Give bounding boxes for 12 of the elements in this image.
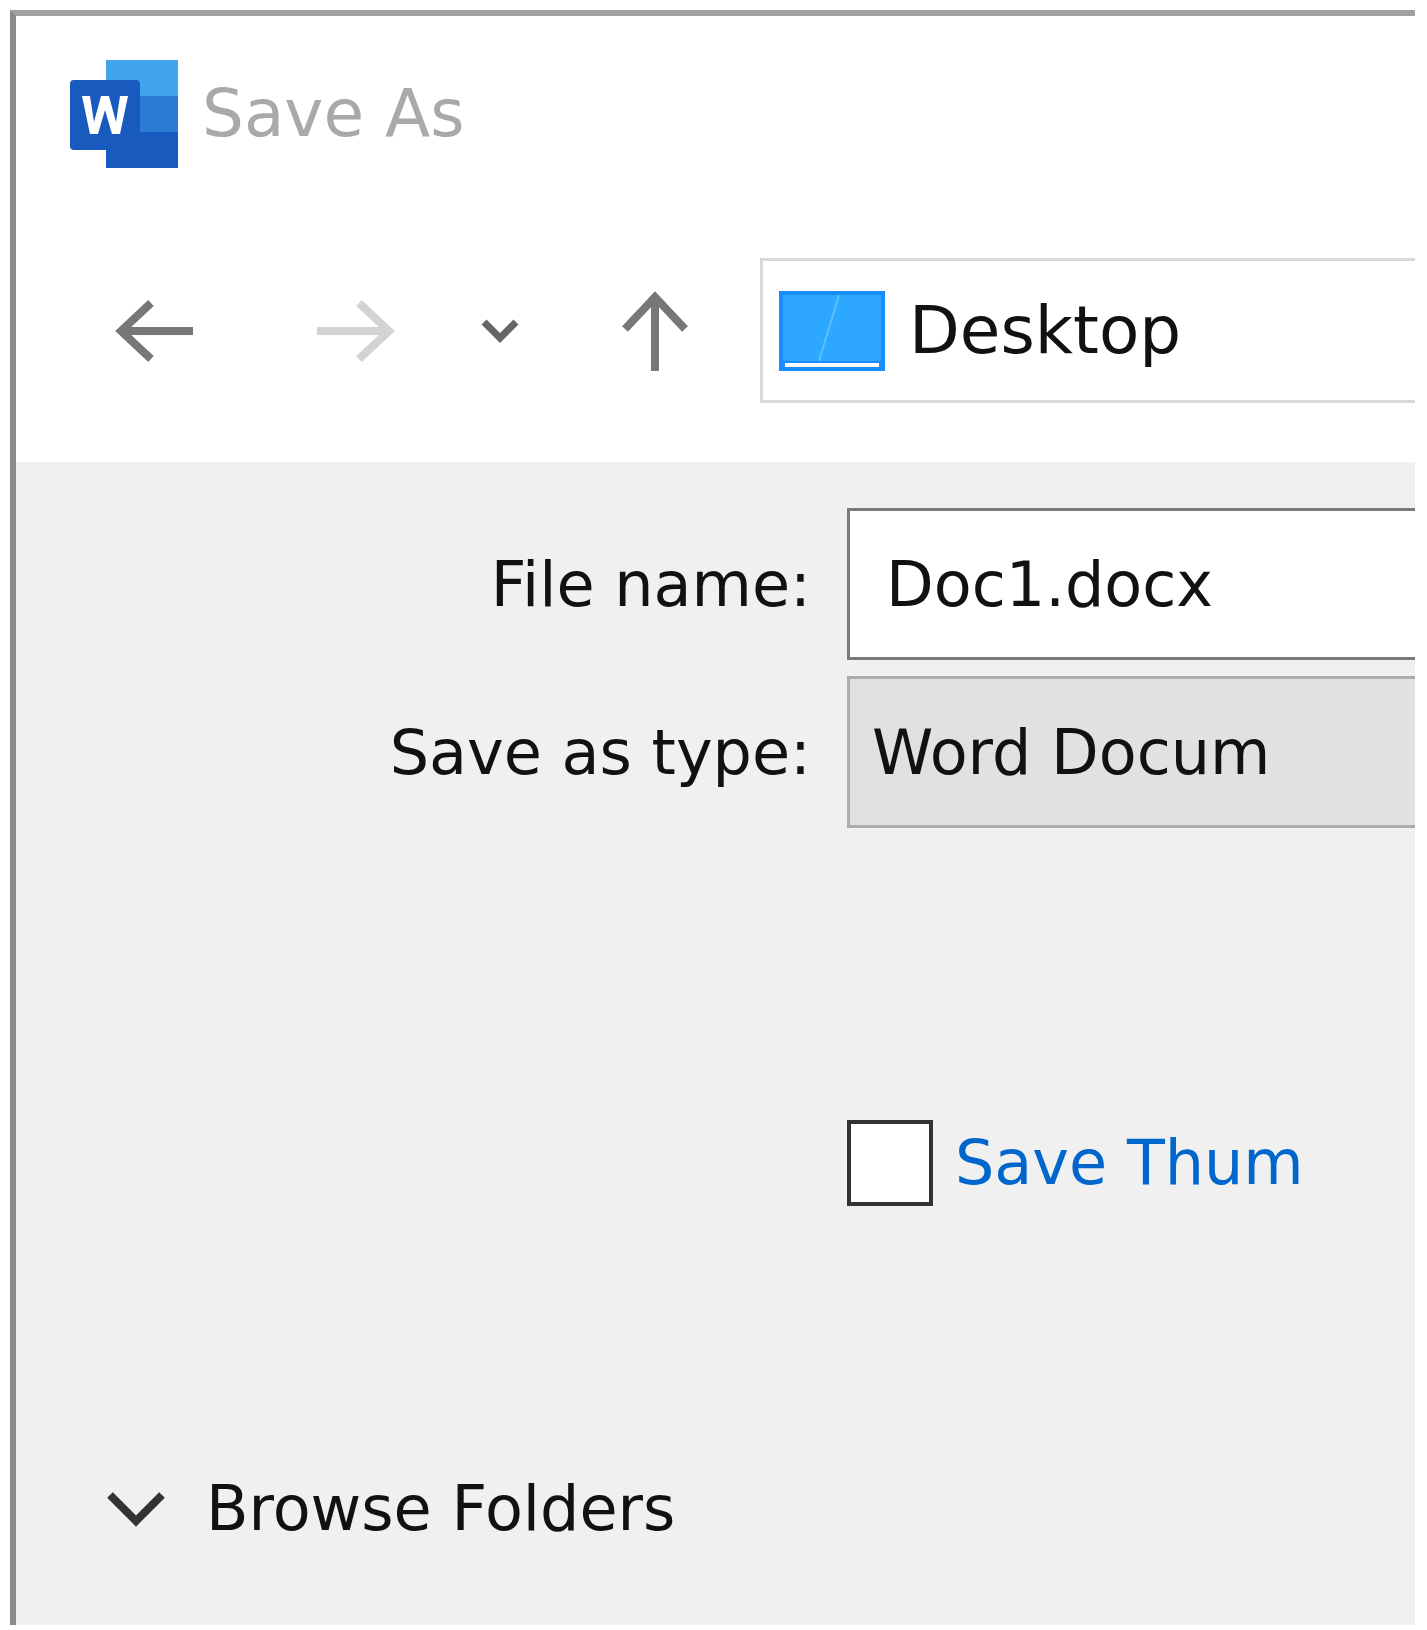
- checkbox[interactable]: [847, 1119, 933, 1206]
- field-label: File name:: [489, 546, 811, 623]
- checkbox-label[interactable]: Save Thum: [955, 1116, 1304, 1209]
- field-label: Save as type:: [388, 714, 811, 791]
- browse-folders-toggle[interactable]: Browse Folders: [104, 1462, 676, 1555]
- file-type-dropdown[interactable]: Word Docum: [847, 676, 1415, 828]
- window-title: Save As: [202, 81, 465, 147]
- desktop-icon: [779, 290, 885, 371]
- file-name-field[interactable]: Doc1.docx: [847, 508, 1415, 660]
- word-app-icon: [70, 60, 178, 168]
- chevron-down-icon: [480, 317, 520, 344]
- location-bar[interactable]: Desktop: [760, 258, 1415, 403]
